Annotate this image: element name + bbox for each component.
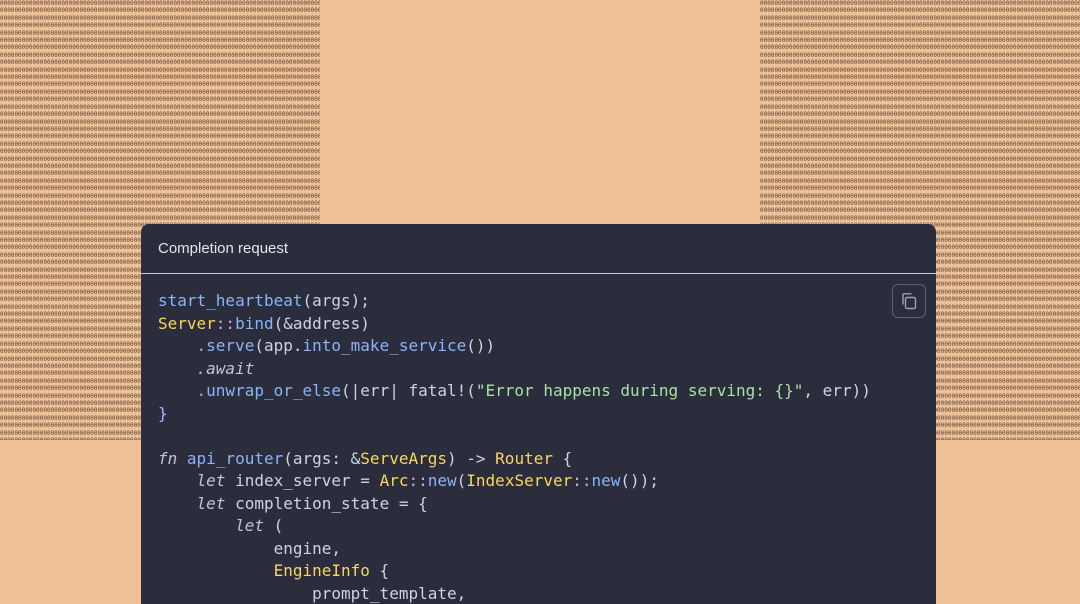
code-token bbox=[177, 449, 187, 468]
code-token: :: bbox=[408, 471, 427, 490]
code-line: Server::bind(&address) bbox=[158, 313, 936, 336]
code-line: EngineInfo { bbox=[158, 560, 936, 583]
code-token: index_server = bbox=[225, 471, 379, 490]
code-token: start_heartbeat bbox=[158, 291, 303, 310]
code-token: (args); bbox=[303, 291, 370, 310]
code-token: Router bbox=[495, 449, 553, 468]
code-token: ( bbox=[264, 516, 283, 535]
code-token: into_make_service bbox=[303, 336, 467, 355]
code-token: new bbox=[592, 471, 621, 490]
code-token: (args: & bbox=[283, 449, 360, 468]
code-token: prompt_template, bbox=[158, 584, 466, 603]
code-token: completion_state = { bbox=[225, 494, 427, 513]
code-token bbox=[158, 359, 197, 378]
code-token: (|err| fatal!( bbox=[341, 381, 476, 400]
code-token bbox=[158, 381, 197, 400]
code-token bbox=[158, 516, 235, 535]
code-token: Server bbox=[158, 314, 216, 333]
code-token: api_router bbox=[187, 449, 283, 468]
code-block: start_heartbeat(args);Server::bind(&addr… bbox=[141, 274, 936, 604]
code-line: fn api_router(args: &ServeArgs) -> Route… bbox=[158, 448, 936, 471]
code-token bbox=[158, 561, 274, 580]
code-line: .serve(app.into_make_service()) bbox=[158, 335, 936, 358]
code-line: .await bbox=[158, 358, 936, 381]
code-token: EngineInfo bbox=[274, 561, 370, 580]
code-token: { bbox=[553, 449, 572, 468]
copy-button[interactable] bbox=[892, 284, 926, 318]
code-token: let bbox=[197, 471, 226, 490]
code-token: , err)) bbox=[803, 381, 870, 400]
code-token bbox=[158, 336, 197, 355]
code-token: .await bbox=[197, 359, 255, 378]
code-token: ServeArgs bbox=[360, 449, 447, 468]
code-token: engine, bbox=[158, 539, 341, 558]
code-line: let completion_state = { bbox=[158, 493, 936, 516]
code-token: ()) bbox=[466, 336, 495, 355]
code-token: .unwrap_or_else bbox=[197, 381, 342, 400]
code-line: } bbox=[158, 403, 936, 426]
code-token: { bbox=[370, 561, 389, 580]
code-token: let bbox=[197, 494, 226, 513]
code-token: ( bbox=[457, 471, 467, 490]
code-token: new bbox=[428, 471, 457, 490]
copy-icon bbox=[900, 292, 918, 310]
code-token: let bbox=[235, 516, 264, 535]
code-token: "Error happens during serving: {}" bbox=[476, 381, 804, 400]
panel-header: Completion request bbox=[141, 224, 936, 274]
code-token: ()); bbox=[620, 471, 659, 490]
code-token: bind bbox=[235, 314, 274, 333]
code-line: let index_server = Arc::new(IndexServer:… bbox=[158, 470, 936, 493]
code-token: :: bbox=[572, 471, 591, 490]
code-line: let ( bbox=[158, 515, 936, 538]
code-line bbox=[158, 425, 936, 448]
code-line: engine, bbox=[158, 538, 936, 561]
code-token: ) -> bbox=[447, 449, 495, 468]
code-token bbox=[158, 471, 197, 490]
code-token: .serve bbox=[197, 336, 255, 355]
code-token: Arc bbox=[380, 471, 409, 490]
code-token: :: bbox=[216, 314, 235, 333]
code-line: .unwrap_or_else(|err| fatal!("Error happ… bbox=[158, 380, 936, 403]
code-token: fn bbox=[158, 449, 177, 468]
code-line: start_heartbeat(args); bbox=[158, 290, 936, 313]
code-line: prompt_template, bbox=[158, 583, 936, 604]
code-token: IndexServer bbox=[466, 471, 572, 490]
code-token: (& bbox=[274, 314, 293, 333]
panel-title: Completion request bbox=[158, 240, 288, 257]
code-token bbox=[158, 494, 197, 513]
code-token: } bbox=[158, 404, 168, 423]
code-token: address) bbox=[293, 314, 370, 333]
code-token: (app. bbox=[254, 336, 302, 355]
completion-request-panel: Completion request start_heartbeat(args)… bbox=[141, 224, 936, 604]
